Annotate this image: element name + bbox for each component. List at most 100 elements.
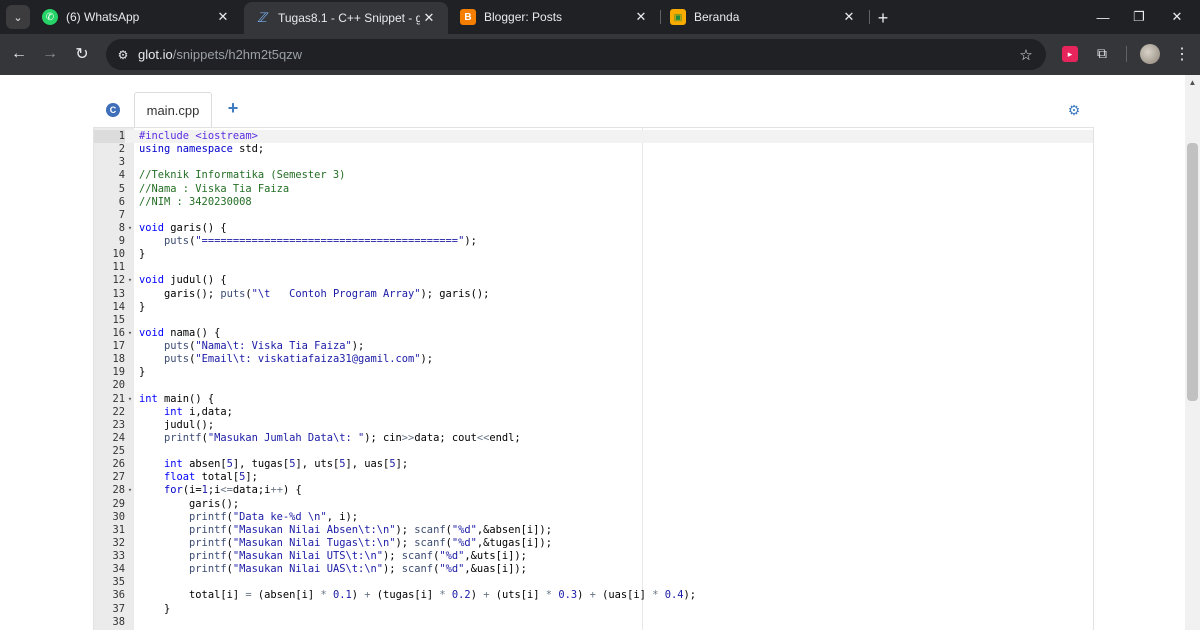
line-number: 35: [112, 576, 125, 589]
code-line[interactable]: 2 using namespace std;: [94, 143, 1093, 156]
code-line[interactable]: 16 ▾ void nama() {: [94, 327, 1093, 340]
url-text[interactable]: glot.io/snippets/h2hm2t5qzw: [138, 47, 302, 62]
code-line[interactable]: 38: [94, 616, 1093, 629]
code-text: total[i] = (absen[i] * 0.1) + (tugas[i] …: [139, 589, 697, 602]
code-line[interactable]: 10}: [94, 248, 1093, 261]
code-text: garis(); puts("\t Contoh Program Array")…: [139, 287, 490, 300]
code-line[interactable]: 3: [94, 156, 1093, 169]
line-number: 18: [112, 353, 125, 366]
scroll-up-arrow-icon[interactable]: ▲: [1185, 75, 1200, 90]
code-line[interactable]: 21 ▾ int main() {: [94, 393, 1093, 406]
code-line[interactable]: 4 //Teknik Informatika (Semester 3): [94, 169, 1093, 182]
code-line[interactable]: 11: [94, 261, 1093, 274]
tab-whatsapp[interactable]: ✆ (6) WhatsApp ✕: [32, 0, 242, 34]
code-text: }: [139, 602, 171, 615]
extensions-puzzle-icon[interactable]: ⧉: [1092, 43, 1112, 63]
code-text: //NIM : 3420230008: [139, 195, 252, 208]
close-tab-icon[interactable]: ✕: [840, 8, 858, 26]
profile-avatar[interactable]: [1140, 44, 1160, 64]
line-number: 13: [112, 287, 125, 300]
fold-toggle-icon[interactable]: ▾: [126, 393, 134, 406]
code-text: printf("Masukan Nilai Tugas\t:\n"); scan…: [189, 536, 552, 549]
code-text: }: [139, 300, 146, 313]
back-icon[interactable]: ←: [7, 42, 31, 66]
code-line[interactable]: 15: [94, 314, 1093, 327]
line-number: 30: [112, 510, 125, 523]
code-line[interactable]: 27 float total[5];: [94, 471, 1093, 484]
code-line[interactable]: 33 printf("Masukan Nilai UTS\t:\n"); sca…: [94, 550, 1093, 563]
fold-toggle-icon[interactable]: ▾: [126, 222, 134, 235]
cpp-language-icon: C: [106, 103, 120, 117]
code-line[interactable]: 22 int i,data;: [94, 406, 1093, 419]
code-line[interactable]: 7: [94, 209, 1093, 222]
forward-icon[interactable]: →: [38, 42, 62, 66]
tab-glot-snippet[interactable]: ℤ Tugas8.1 - C++ Snippet - glot.io ✕: [244, 2, 448, 34]
code-line[interactable]: 34 printf("Masukan Nilai UAS\t:\n"); sca…: [94, 563, 1093, 576]
code-line[interactable]: 6 //NIM : 3420230008: [94, 196, 1093, 209]
code-text: }: [139, 248, 146, 261]
line-number: 32: [112, 536, 125, 549]
line-number: 37: [112, 602, 125, 615]
line-number: 6: [118, 195, 125, 208]
code-line[interactable]: 29 garis();: [94, 498, 1093, 511]
code-line[interactable]: 13 garis(); puts("\t Contoh Program Arra…: [94, 288, 1093, 301]
code-line[interactable]: 18 puts("Email\t: viskatiafaiza31@gamil.…: [94, 353, 1093, 366]
code-line[interactable]: 31 printf("Masukan Nilai Absen\t:\n"); s…: [94, 524, 1093, 537]
code-line[interactable]: 19}: [94, 366, 1093, 379]
bookmark-star-icon[interactable]: ☆: [1016, 45, 1036, 65]
fold-toggle-icon[interactable]: ▾: [126, 274, 134, 287]
close-tab-icon[interactable]: ✕: [420, 9, 438, 27]
code-line[interactable]: 12 ▾ void judul() {: [94, 274, 1093, 287]
tab-blogger[interactable]: B Blogger: Posts ✕: [450, 0, 660, 34]
scroll-thumb[interactable]: [1187, 143, 1198, 401]
code-line[interactable]: 14}: [94, 301, 1093, 314]
tab-beranda[interactable]: ▣ Beranda ✕: [660, 0, 868, 34]
line-number: 26: [112, 458, 125, 471]
code-line[interactable]: 28 ▾ for(i=1;i<=data;i++) {: [94, 484, 1093, 497]
line-number: 33: [112, 550, 125, 562]
close-tab-icon[interactable]: ✕: [632, 8, 650, 26]
page-scrollbar[interactable]: ▲: [1185, 75, 1200, 630]
close-window-icon[interactable]: ✕: [1154, 0, 1200, 34]
new-tab-icon[interactable]: +: [872, 7, 894, 29]
line-number: 3: [118, 156, 125, 169]
code-text: }: [139, 366, 146, 379]
line-number: 4: [118, 169, 125, 182]
code-text: puts("Nama\t: Viska Tia Faiza");: [164, 340, 365, 352]
code-line[interactable]: 24 printf("Masukan Jumlah Data\t: "); ci…: [94, 432, 1093, 445]
code-text: using namespace std;: [139, 143, 265, 156]
fold-toggle-icon[interactable]: ▾: [126, 484, 134, 497]
code-line[interactable]: 30 printf("Data ke-%d \n", i);: [94, 511, 1093, 524]
code-line[interactable]: 5 //Nama : Viska Tia Faiza: [94, 183, 1093, 196]
tab-search-chevron-icon[interactable]: ⌄: [6, 5, 30, 29]
code-line[interactable]: 1 #include <iostream>: [94, 130, 1093, 144]
line-number: 8: [118, 221, 125, 234]
line-number: 5: [118, 182, 125, 195]
code-line[interactable]: 23 judul();: [94, 419, 1093, 432]
add-file-icon[interactable]: +: [225, 98, 241, 118]
code-line[interactable]: 36 total[i] = (absen[i] * 0.1) + (tugas[…: [94, 589, 1093, 602]
line-number: 2: [118, 143, 125, 156]
code-editor[interactable]: 1 #include <iostream> 2 using namespace std…: [93, 127, 1094, 630]
address-bar[interactable]: ⚙ glot.io/snippets/h2hm2t5qzw ☆: [106, 39, 1046, 70]
file-tab-main-cpp[interactable]: main.cpp: [134, 92, 212, 128]
close-tab-icon[interactable]: ✕: [214, 8, 232, 26]
code-line[interactable]: 8 ▾ void garis() {: [94, 222, 1093, 235]
code-line[interactable]: 32 printf("Masukan Nilai Tugas\t:\n"); s…: [94, 537, 1093, 550]
code-line[interactable]: 26 int absen[5], tugas[5], uts[5], uas[5…: [94, 458, 1093, 471]
reload-icon[interactable]: ↻: [70, 42, 94, 66]
fold-toggle-icon[interactable]: ▾: [126, 327, 134, 340]
line-number: 38: [112, 615, 125, 628]
code-line[interactable]: 25: [94, 445, 1093, 458]
page-content: C main.cpp + ⚙ 1 #include <iostream> 2 usin…: [0, 75, 1185, 630]
settings-gear-icon[interactable]: ⚙: [1066, 102, 1082, 118]
code-line[interactable]: 9 puts("================================…: [94, 235, 1093, 248]
code-line[interactable]: 20: [94, 379, 1093, 392]
code-line[interactable]: 37 }: [94, 603, 1093, 616]
site-info-icon[interactable]: ⚙: [114, 46, 132, 64]
extension-icon[interactable]: ▸: [1062, 46, 1078, 62]
code-line[interactable]: 17 puts("Nama\t: Viska Tia Faiza");: [94, 340, 1093, 353]
code-line[interactable]: 35: [94, 576, 1093, 589]
browser-menu-icon[interactable]: ⋮: [1172, 43, 1192, 65]
code-text: void judul() {: [139, 274, 227, 287]
